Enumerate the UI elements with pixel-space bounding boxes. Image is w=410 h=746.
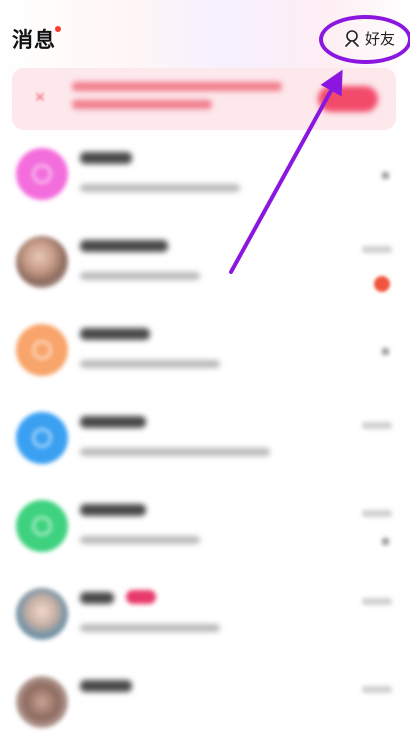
- item-time: [362, 246, 392, 253]
- list-item[interactable]: [0, 658, 410, 746]
- item-title: [80, 504, 146, 516]
- banner-text: [72, 82, 292, 118]
- item-title: [80, 592, 114, 604]
- item-preview: [80, 536, 200, 544]
- avatar: [16, 148, 68, 200]
- avatar: [16, 588, 68, 640]
- list-item[interactable]: [0, 218, 410, 306]
- item-time: [362, 598, 392, 605]
- chevron-icon: [382, 538, 389, 545]
- notification-banner[interactable]: ✕: [12, 68, 396, 130]
- unread-dot: [55, 26, 61, 32]
- item-title: [80, 152, 132, 164]
- friends-button[interactable]: 好友: [343, 24, 395, 52]
- status-badge: [126, 590, 156, 604]
- item-preview: [80, 184, 240, 192]
- list-item[interactable]: [0, 130, 410, 218]
- item-preview: [80, 448, 270, 456]
- item-preview: [80, 272, 200, 280]
- list-item[interactable]: [0, 482, 410, 570]
- item-time: [362, 510, 392, 517]
- item-preview: [80, 624, 220, 632]
- item-time: [362, 686, 392, 693]
- item-title: [80, 240, 168, 252]
- avatar: [16, 412, 68, 464]
- banner-text-line: [72, 82, 282, 91]
- chevron-icon: [382, 172, 389, 179]
- list-item[interactable]: [0, 570, 410, 658]
- avatar: [16, 324, 68, 376]
- top-bar: 消息 好友: [0, 0, 410, 70]
- item-title: [80, 328, 150, 340]
- list-item[interactable]: [0, 306, 410, 394]
- unread-badge: [374, 276, 390, 292]
- person-outline-icon: [343, 29, 361, 47]
- banner-action-button[interactable]: [318, 86, 378, 112]
- item-time: [362, 422, 392, 429]
- avatar: [16, 500, 68, 552]
- banner-text-line: [72, 100, 212, 109]
- item-title: [80, 416, 146, 428]
- list-item[interactable]: [0, 394, 410, 482]
- avatar: [16, 236, 68, 288]
- chevron-icon: [382, 348, 389, 355]
- item-title: [80, 680, 132, 692]
- page-title: 消息: [12, 28, 56, 52]
- avatar: [16, 676, 68, 728]
- friends-button-label: 好友: [365, 29, 396, 48]
- item-preview: [80, 360, 220, 368]
- close-icon[interactable]: ✕: [30, 88, 50, 108]
